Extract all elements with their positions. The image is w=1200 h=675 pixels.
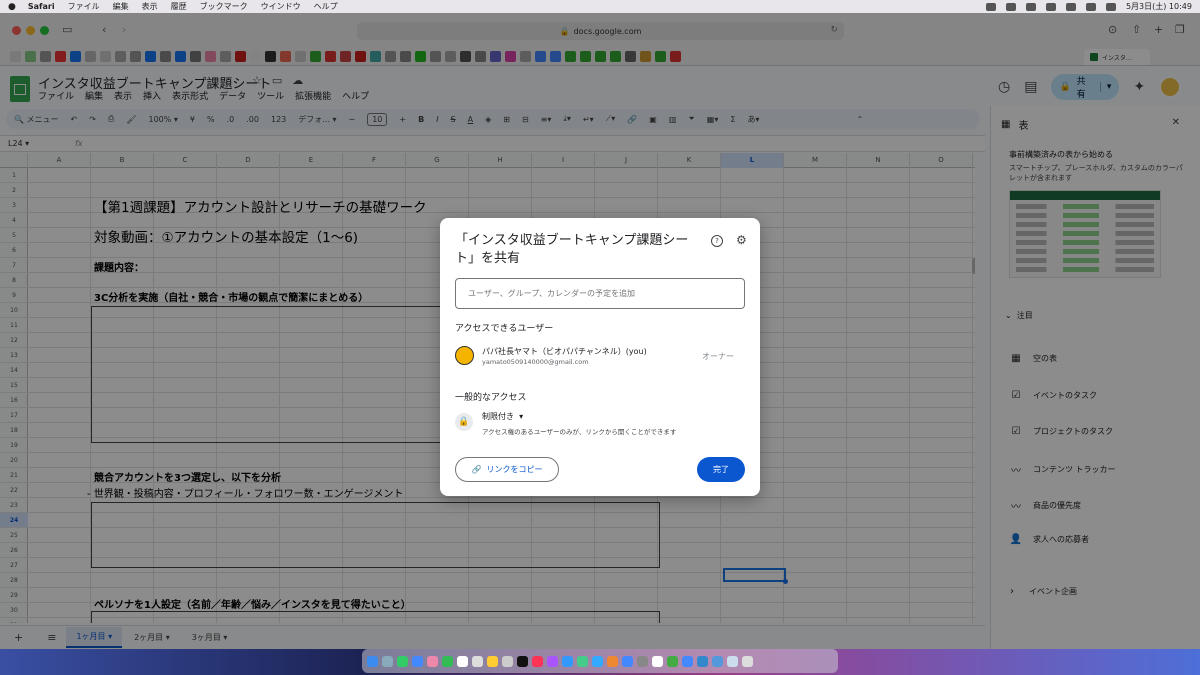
reminders-icon[interactable] [502, 655, 513, 667]
zoom-icon[interactable] [682, 655, 693, 667]
music-icon[interactable] [532, 655, 543, 667]
finder-icon[interactable] [367, 655, 378, 667]
macos-menu-bar: ● Safari ファイル 編集 表示 履歴 ブックマーク ウインドウ ヘルプ … [0, 0, 1200, 13]
user-avatar [455, 346, 474, 365]
menu-bookmarks[interactable]: ブックマーク [200, 1, 248, 12]
apple-icon[interactable]: ● [8, 2, 16, 12]
app-icon[interactable] [697, 655, 708, 667]
tray-icon-1[interactable] [1005, 2, 1016, 11]
caret-down-icon: ▾ [519, 412, 524, 421]
podcasts-icon[interactable] [547, 655, 558, 667]
mail-icon[interactable] [412, 655, 423, 667]
trash-icon[interactable] [742, 655, 753, 667]
menu-window[interactable]: ウインドウ [261, 1, 301, 12]
share-dialog: 「インスタ収益ブートキャンプ課題シート」を共有 ? ⚙ アクセスできるユーザー … [440, 218, 760, 496]
tray-icon-2[interactable] [1025, 2, 1036, 11]
messages-icon[interactable] [397, 655, 408, 667]
zoom-status-icon[interactable] [985, 2, 996, 11]
done-button[interactable]: 完了 [697, 457, 745, 482]
launchpad-icon[interactable] [382, 655, 393, 667]
spotlight-icon[interactable] [1105, 2, 1116, 11]
settings-icon[interactable] [637, 655, 648, 667]
numbers-icon[interactable] [577, 655, 588, 667]
photos-icon[interactable] [427, 655, 438, 667]
help-icon[interactable]: ? [711, 235, 723, 247]
general-access-header: 一般的なアクセス [455, 393, 527, 403]
facetime-icon[interactable] [442, 655, 453, 667]
safari-icon[interactable] [712, 655, 723, 667]
user-role: オーナー [702, 352, 734, 361]
macos-dock [362, 649, 838, 673]
contacts-icon[interactable] [472, 655, 483, 667]
tv-icon[interactable] [517, 655, 528, 667]
copy-link-button[interactable]: 🔗 リンクをコピー [455, 457, 559, 482]
menu-help[interactable]: ヘルプ [314, 1, 338, 12]
desktop-background [0, 649, 1200, 675]
general-access-description: アクセス権のあるユーザーのみが、リンクから開くことができます [482, 428, 677, 436]
appstore-icon[interactable] [562, 655, 573, 667]
pages-icon[interactable] [607, 655, 618, 667]
wifi-icon[interactable] [1045, 2, 1056, 11]
user-name: パパ社長ヤマト（ビオパパチャンネル）(you) [482, 347, 647, 356]
menu-file[interactable]: ファイル [68, 1, 100, 12]
downloads-icon[interactable] [727, 655, 738, 667]
menu-view[interactable]: 表示 [142, 1, 158, 12]
keynote-icon[interactable] [592, 655, 603, 667]
appstore2-icon[interactable] [622, 655, 633, 667]
preview-icon[interactable] [652, 655, 663, 667]
volume-icon[interactable] [1065, 2, 1076, 11]
menu-history[interactable]: 履歴 [171, 1, 187, 12]
menu-edit[interactable]: 編集 [113, 1, 129, 12]
chrome-icon[interactable] [667, 655, 678, 667]
battery-icon[interactable] [1085, 2, 1096, 11]
calendar-icon[interactable] [457, 655, 468, 667]
add-people-input[interactable] [455, 278, 745, 309]
notes-icon[interactable] [487, 655, 498, 667]
people-with-access-header: アクセスできるユーザー [455, 324, 554, 334]
clock[interactable]: 5月3日(土) 10:49 [1126, 1, 1192, 12]
menu-app[interactable]: Safari [28, 2, 55, 11]
lock-icon: 🔒 [455, 413, 473, 431]
link-icon: 🔗 [471, 465, 482, 474]
status-area: 5月3日(土) 10:49 [985, 1, 1192, 12]
user-email: yamato0509140000@gmail.com [482, 358, 589, 366]
general-access-select[interactable]: 制限付き ▾ [482, 411, 523, 422]
dialog-title: 「インスタ収益ブートキャンプ課題シート」を共有 [455, 233, 689, 266]
gear-icon[interactable]: ⚙ [736, 233, 747, 247]
